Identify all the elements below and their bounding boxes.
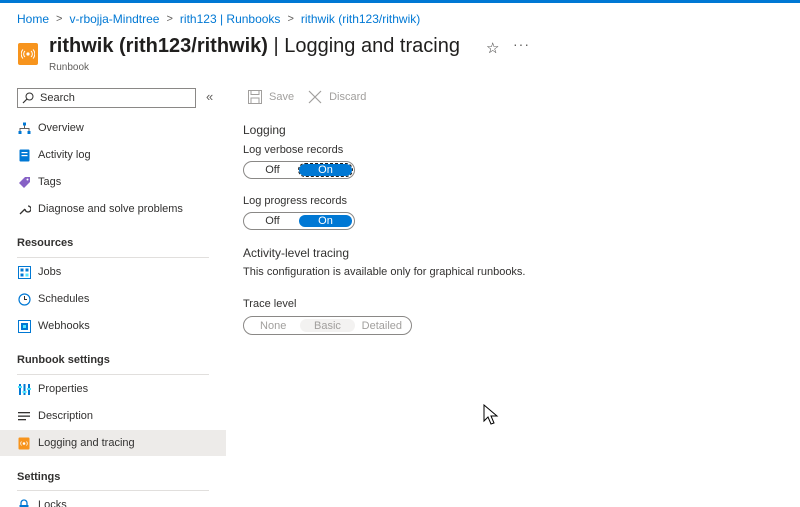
sidebar-item-overview[interactable]: Overview [0,115,226,141]
logging-icon [17,436,31,450]
top-accent-bar [0,0,800,3]
lock-icon [17,498,31,507]
sidebar-item-label: Webhooks [38,320,90,332]
tracing-note: This configuration is available only for… [243,266,526,278]
sidebar-section-resources: Resources [17,237,74,249]
search-placeholder: Search [40,92,75,104]
sidebar-divider [17,374,209,375]
sidebar-item-label: Diagnose and solve problems [38,203,183,215]
runbook-signal-icon [21,49,35,59]
trace-option-none: None [260,319,287,332]
tracing-heading: Activity-level tracing [243,246,350,260]
trace-level-selector: None Basic Detailed [243,316,412,335]
verbose-toggle-off[interactable]: Off [246,164,299,176]
jobs-icon [17,265,31,279]
breadcrumb-directory[interactable]: v-rbojja-Mindtree [69,12,159,26]
trace-option-basic: Basic [300,319,355,332]
mouse-cursor-icon [483,404,499,425]
sidebar-item-label: Activity log [38,149,91,161]
progress-toggle-off[interactable]: Off [246,215,299,227]
search-icon [22,92,34,104]
discard-button[interactable]: Discard [308,90,366,104]
sidebar-divider [17,490,209,491]
sidebar-item-logging-and-tracing[interactable]: Logging and tracing [0,430,226,456]
sidebar-item-locks[interactable]: Locks [0,492,226,507]
progress-label: Log progress records [243,195,347,207]
breadcrumb-separator: > [287,13,294,25]
save-button[interactable]: Save [248,90,294,104]
close-icon [308,90,322,104]
sidebar-item-description[interactable]: Description [0,403,226,429]
verbose-label: Log verbose records [243,144,344,156]
activity-log-icon [17,148,31,162]
breadcrumb-home[interactable]: Home [17,12,49,26]
page-title-blade: Logging and tracing [284,35,460,57]
collapse-sidebar-icon[interactable]: « [206,89,213,104]
breadcrumb-separator: > [56,13,63,25]
sidebar-item-tags[interactable]: Tags [0,169,226,195]
runbook-icon [18,43,38,65]
overview-icon [17,121,31,135]
command-bar: Save Discard [248,90,380,104]
sidebar-item-label: Properties [38,383,89,395]
sidebar-section-runbook-settings: Runbook settings [17,354,110,366]
progress-toggle[interactable]: Off On [243,212,355,230]
tag-icon [17,175,31,189]
sidebar-item-webhooks[interactable]: Webhooks [0,313,226,339]
sidebar-item-label: Overview [38,122,84,134]
trace-option-detailed: Detailed [361,319,402,332]
webhook-icon [17,319,31,333]
sidebar-item-label: Description [38,410,94,422]
page-title: rithwik (rith123/rithwik) | Logging and … [49,35,460,58]
sidebar-item-label: Locks [38,499,67,507]
sidebar: Search « Overview Activity log Tags Diag… [0,84,226,507]
sidebar-item-diagnose[interactable]: Diagnose and solve problems [0,196,226,222]
breadcrumb-separator: > [166,13,173,25]
sidebar-item-schedules[interactable]: Schedules [0,286,226,312]
progress-toggle-on[interactable]: On [299,215,352,227]
star-outline-icon[interactable]: ☆ [486,39,499,57]
wrench-icon [17,202,31,216]
save-label: Save [269,91,295,103]
clock-icon [17,292,31,306]
logging-heading: Logging [243,123,286,137]
sidebar-item-properties[interactable]: Properties [0,376,226,402]
page-subtitle: Runbook [49,62,90,73]
sidebar-section-settings: Settings [17,471,61,483]
trace-level-label: Trace level [243,298,297,310]
sidebar-search-input[interactable]: Search [17,88,196,108]
sidebar-item-label: Jobs [38,266,62,278]
properties-icon [17,382,31,396]
page-title-separator: | [267,35,285,57]
page-title-resource: rithwik (rith123/rithwik) [49,35,268,57]
breadcrumb-runbooks[interactable]: rith123 | Runbooks [180,12,281,26]
save-icon [248,90,262,104]
sidebar-item-activity-log[interactable]: Activity log [0,142,226,168]
sidebar-item-label: Schedules [38,293,90,305]
sidebar-item-jobs[interactable]: Jobs [0,259,226,285]
more-options-icon[interactable]: ··· [513,36,530,52]
verbose-toggle-on[interactable]: On [298,163,353,177]
sidebar-item-label: Tags [38,176,62,188]
sidebar-divider [17,257,209,258]
breadcrumb-runbook[interactable]: rithwik (rith123/rithwik) [301,12,420,26]
discard-label: Discard [329,91,367,103]
description-icon [17,409,31,423]
breadcrumb: Home > v-rbojja-Mindtree > rith123 | Run… [17,12,420,26]
sidebar-item-label: Logging and tracing [38,437,135,449]
verbose-toggle[interactable]: Off On [243,161,355,179]
